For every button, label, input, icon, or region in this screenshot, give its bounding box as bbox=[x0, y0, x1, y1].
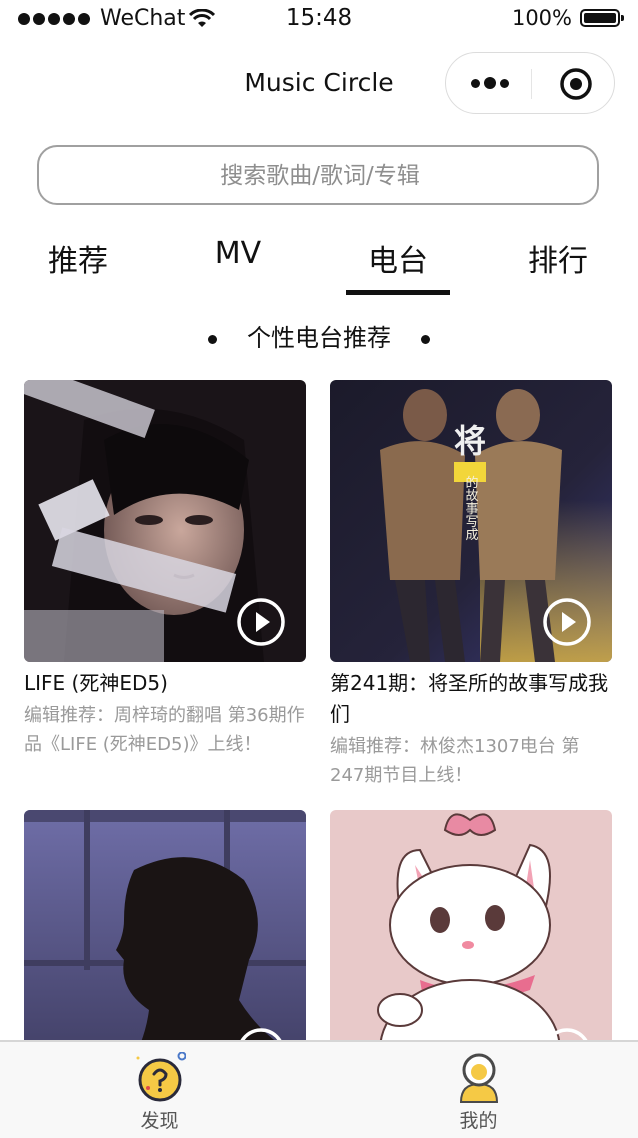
tab-ranking[interactable]: 排行 bbox=[498, 236, 618, 280]
radio-description: 编辑推荐：林俊杰1307电台 第247期节目上线！ bbox=[330, 736, 580, 786]
tab-recommend[interactable]: 推荐 bbox=[18, 236, 138, 280]
radio-card[interactable]: LIFE (死神ED5) 编辑推荐：周梓琦的翻唱 第36期作品《LIFE (死神… bbox=[24, 380, 306, 759]
capsule-divider bbox=[531, 69, 532, 99]
battery-icon bbox=[580, 9, 624, 27]
wifi-icon bbox=[189, 8, 216, 27]
tabbar-item-mine[interactable]: 我的 bbox=[319, 1042, 638, 1138]
active-tab-indicator bbox=[346, 290, 450, 295]
section-title: 个性电台推荐 bbox=[247, 324, 391, 352]
radio-title: LIFE (死神ED5) bbox=[24, 671, 168, 695]
signal-icon bbox=[18, 12, 90, 25]
play-icon[interactable] bbox=[542, 597, 592, 647]
bottom-tab-bar: 发现 我的 bbox=[0, 1040, 638, 1138]
more-dot-icon bbox=[484, 77, 496, 89]
miniprogram-capsule bbox=[445, 52, 615, 114]
tabbar-item-discover[interactable]: 发现 bbox=[0, 1042, 319, 1138]
poster-caption: 的故事写成 bbox=[463, 475, 479, 542]
battery-percent: 100% bbox=[511, 6, 572, 30]
radio-card[interactable]: 将 的故事写成 第241期：将圣所的故事写成我们 编辑推荐：林俊杰1307电台 … bbox=[330, 380, 612, 790]
status-bar-right: 100% bbox=[511, 6, 624, 30]
category-tabs: 推荐 MV 电台 排行 bbox=[0, 232, 638, 298]
poster-big-char: 将 bbox=[454, 422, 486, 460]
search-box bbox=[37, 145, 601, 205]
radio-description: 编辑推荐：周梓琦的翻唱 第36期作品《LIFE (死神ED5)》上线！ bbox=[24, 705, 305, 755]
section-heading: 个性电台推荐 bbox=[0, 318, 638, 353]
more-button[interactable] bbox=[466, 67, 514, 99]
radio-title: 第241期：将圣所的故事写成我们 bbox=[330, 671, 609, 726]
carrier-label: WeChat bbox=[100, 6, 186, 31]
search-input[interactable] bbox=[39, 147, 601, 205]
radio-cover-image[interactable]: 将 的故事写成 bbox=[330, 380, 612, 662]
bullet-icon bbox=[421, 334, 430, 344]
compass-icon bbox=[136, 1052, 186, 1102]
more-dot-icon bbox=[471, 78, 480, 88]
status-bar-left: WeChat bbox=[18, 6, 216, 31]
status-bar: WeChat 15:48 100% bbox=[0, 0, 638, 40]
tabbar-label: 我的 bbox=[459, 1110, 498, 1132]
more-dot-icon bbox=[500, 78, 509, 88]
tabbar-label: 发现 bbox=[140, 1110, 179, 1132]
radio-cover-image[interactable] bbox=[24, 380, 306, 662]
user-icon bbox=[459, 1053, 499, 1103]
bullet-icon bbox=[208, 334, 217, 344]
tab-mv[interactable]: MV bbox=[178, 236, 298, 271]
tab-radio[interactable]: 电台 bbox=[338, 236, 458, 280]
play-icon[interactable] bbox=[236, 597, 286, 647]
close-miniprogram-icon[interactable] bbox=[558, 66, 594, 102]
